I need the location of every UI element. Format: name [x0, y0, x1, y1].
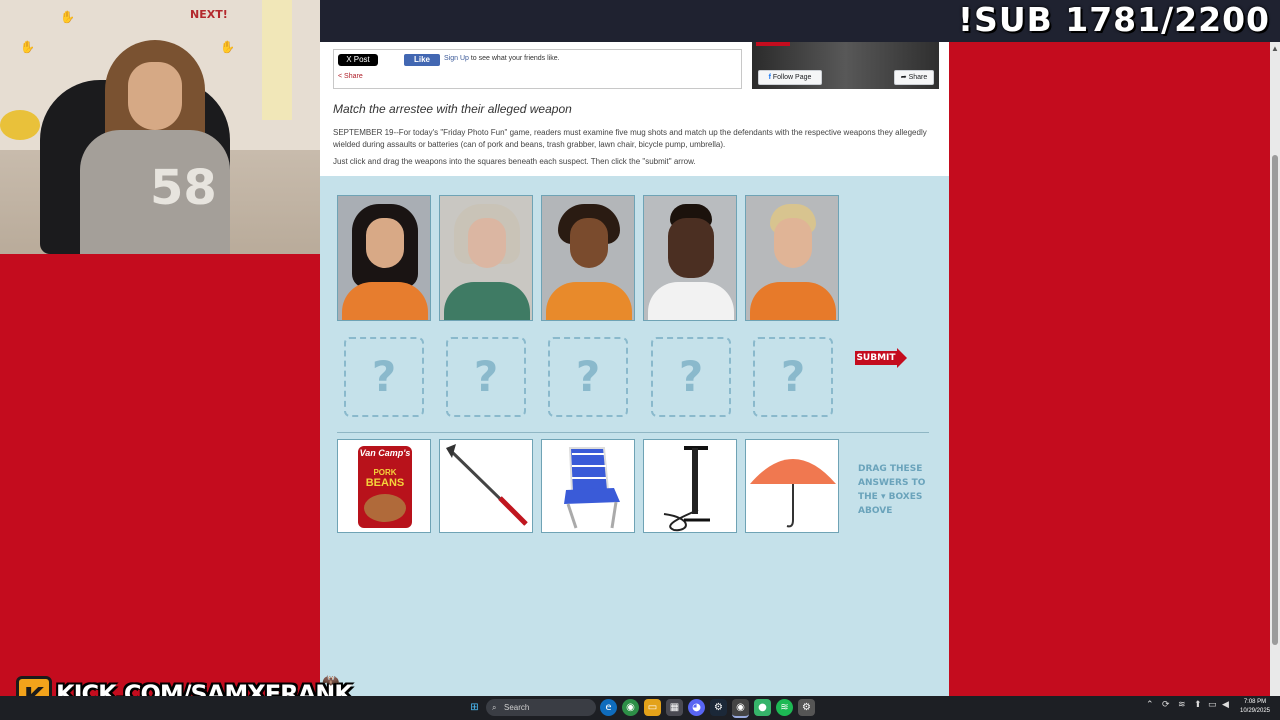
share-icon: <	[338, 73, 343, 80]
answer-drop-slot-2[interactable]: ?	[446, 337, 526, 417]
share-label: Share	[344, 73, 363, 80]
fb-like-text: Sign Up to see what your friends like.	[444, 55, 560, 62]
settings-icon[interactable]: ⚙	[798, 699, 815, 716]
article-header: X Post Like Sign Up to see what your fri…	[320, 42, 949, 176]
x-post-button[interactable]: X Post	[338, 54, 378, 66]
jersey-number: 58	[150, 160, 217, 216]
fb-share-button[interactable]: ➦ Share	[894, 70, 934, 85]
steam-icon[interactable]: ⚙	[710, 699, 727, 716]
volume-icon[interactable]: ◀	[1222, 700, 1229, 710]
weapon-lawn-chair[interactable]	[541, 439, 635, 533]
system-clock[interactable]: 7:08 PM 10/29/2025	[1238, 698, 1272, 716]
beans-image	[364, 494, 406, 522]
facebook-icon: f	[768, 74, 771, 81]
streamer-face	[128, 62, 182, 130]
wall-text: NEXT!	[190, 8, 228, 21]
wall-handprint: ✋	[60, 10, 75, 24]
share-link[interactable]: < Share	[338, 73, 363, 80]
obs-icon[interactable]: ●	[754, 699, 771, 716]
fb-follow-label: Follow Page	[772, 74, 812, 81]
wall-handprint: ✋	[20, 40, 35, 54]
game-page: X Post Like Sign Up to see what your fri…	[320, 42, 949, 696]
suspect-mugshot-3	[541, 195, 635, 321]
file-explorer-icon[interactable]: ▭	[644, 699, 661, 716]
article-headline: Match the arrestee with their alleged we…	[333, 102, 572, 116]
suspect-mugshot-2	[439, 195, 533, 321]
sync-icon[interactable]: ⟳	[1162, 700, 1170, 710]
article-intro: SEPTEMBER 19--For today's "Friday Photo …	[333, 128, 927, 149]
bicycle-pump-icon	[663, 446, 710, 532]
facebook-page-widget: f Follow Page ➦ Share	[752, 42, 939, 89]
arrow-right-icon	[897, 348, 907, 368]
spotify-icon[interactable]: ≋	[776, 699, 793, 716]
answer-drop-slot-4[interactable]: ?	[651, 337, 731, 417]
fb-widget-accent	[756, 42, 790, 46]
search-icon: ⌕	[492, 703, 497, 712]
share-arrow-icon: ➦	[900, 74, 907, 81]
webcam-plush-toy	[0, 110, 40, 140]
question-mark-icon: ?	[678, 352, 704, 401]
clock-date: 10/29/2025	[1239, 708, 1271, 714]
can-brand: Van Camp's	[359, 448, 411, 458]
trash-grabber-icon	[446, 444, 528, 526]
weapon-umbrella[interactable]	[745, 439, 839, 533]
fb-signup-link[interactable]: Sign Up	[444, 55, 469, 62]
answer-drop-slot-5[interactable]: ?	[753, 337, 833, 417]
wall-handprint: ✋	[220, 40, 235, 54]
windows-taskbar: ⊞ ⌕ Search e ◉ ▭ ▦ ◕ ⚙ ◉ ● ≋ ⚙ ⌃ ⟳ ≋ ⬆ ▭ …	[0, 696, 1280, 720]
network-icon[interactable]: ≋	[1178, 700, 1186, 710]
submit-label: SUBMIT	[855, 351, 897, 365]
fb-share-label: Share	[908, 74, 928, 81]
search-placeholder: Search	[504, 703, 530, 712]
weapon-pork-and-beans-can[interactable]: Van Camp's PORK BEANS	[337, 439, 431, 533]
discord-icon[interactable]: ◕	[688, 699, 705, 716]
chevron-up-icon[interactable]: ⌃	[1146, 700, 1154, 710]
weapon-bicycle-pump[interactable]	[643, 439, 737, 533]
scroll-up-arrow-icon[interactable]: ▲	[1271, 44, 1279, 53]
webcam-lamp	[262, 0, 292, 120]
monitor-icon[interactable]: ▭	[1208, 700, 1217, 710]
drag-instructions: DRAG THESE ANSWERS TO THE ▾ BOXES ABOVE	[858, 464, 926, 516]
microphone-icon[interactable]: ⬆	[1194, 700, 1202, 710]
question-mark-icon: ?	[371, 352, 397, 401]
taskbar-search[interactable]: ⌕ Search	[486, 699, 596, 716]
can-label-beans: BEANS	[365, 477, 405, 489]
submit-arrow-button[interactable]: SUBMIT	[855, 348, 907, 368]
umbrella-icon	[750, 459, 836, 528]
answer-drop-slot-1[interactable]: ?	[344, 337, 424, 417]
bat-icon: 🦇	[322, 672, 340, 688]
lawn-chair-icon	[564, 447, 620, 529]
section-divider	[337, 432, 929, 433]
scrollbar-thumb[interactable]	[1272, 155, 1278, 645]
edge-browser-icon[interactable]: e	[600, 699, 617, 716]
app-icon[interactable]: ▦	[666, 699, 683, 716]
webcam-overlay: ✋ ✋ NEXT! ✋ 58	[0, 0, 320, 254]
social-share-box: X Post Like Sign Up to see what your fri…	[333, 49, 742, 89]
question-mark-icon: ?	[780, 352, 806, 401]
windows-start-icon[interactable]: ⊞	[466, 699, 483, 716]
sub-goal-counter: !SUB 1781/2200	[958, 0, 1270, 39]
weapon-trash-grabber[interactable]	[439, 439, 533, 533]
chrome-active-icon[interactable]: ◉	[732, 699, 749, 718]
fb-signup-text: to see what your friends like.	[470, 55, 560, 62]
suspect-mugshot-1	[337, 195, 431, 321]
article-instructions: Just click and drag the weapons into the…	[333, 157, 696, 166]
clock-time: 7:08 PM	[1243, 699, 1267, 705]
question-mark-icon: ?	[575, 352, 601, 401]
fb-follow-page-button[interactable]: f Follow Page	[758, 70, 822, 85]
can-label-pork: PORK	[373, 468, 397, 477]
answer-drop-slot-3[interactable]: ?	[548, 337, 628, 417]
chrome-icon[interactable]: ◉	[622, 699, 639, 716]
suspect-mugshot-5	[745, 195, 839, 321]
fb-like-button[interactable]: Like	[404, 54, 440, 66]
question-mark-icon: ?	[473, 352, 499, 401]
suspect-mugshot-4	[643, 195, 737, 321]
